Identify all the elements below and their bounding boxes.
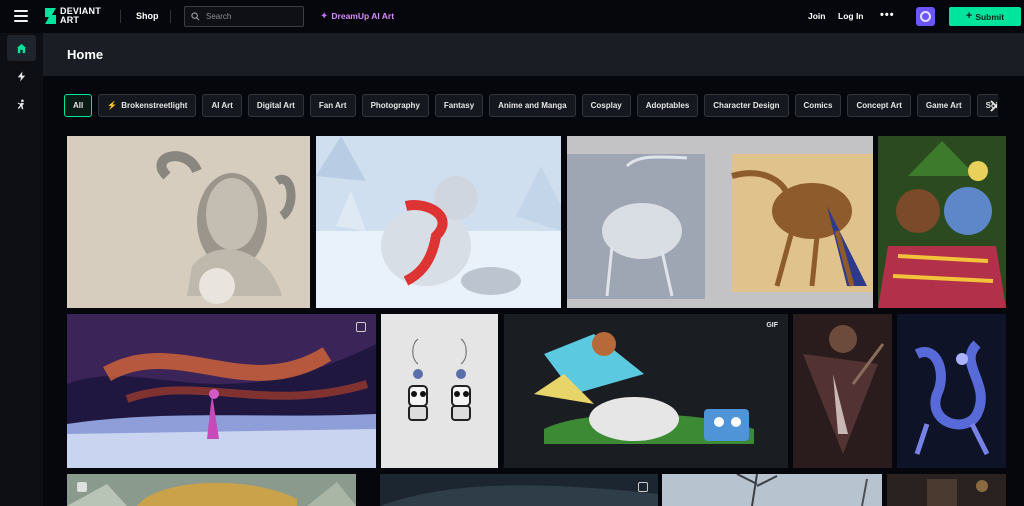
artwork-image	[887, 474, 1006, 506]
artwork-image	[504, 314, 788, 468]
gallery-thumb-dark-landscape[interactable]	[380, 474, 658, 506]
chip-comics[interactable]: Comics	[794, 94, 842, 117]
divider	[120, 10, 121, 23]
gallery-thumb-snow-leopard[interactable]	[316, 136, 561, 308]
chip-character-design[interactable]: Character Design	[704, 94, 789, 117]
chip-adoptables[interactable]: Adoptables	[636, 94, 699, 117]
submit-label: Submit	[975, 11, 1005, 22]
category-chips: All ⚡ Brokenstreetlight AI Art Digital Ar…	[64, 94, 998, 118]
deviantart-logo[interactable]: DEVIANT ART	[44, 7, 116, 25]
gallery-thumb-blue-dragon[interactable]	[897, 314, 1006, 468]
login-link[interactable]: Log In	[838, 11, 864, 21]
join-link[interactable]: Join	[808, 11, 825, 21]
gif-badge: GIF	[766, 322, 778, 329]
gallery-thumb-heron-anteater[interactable]	[567, 136, 873, 308]
gallery-thumb-masked-character[interactable]	[878, 136, 1006, 308]
core-logo-icon	[77, 482, 87, 492]
hamburger-menu-icon[interactable]	[14, 10, 28, 22]
sidebar-item-watch[interactable]	[7, 91, 36, 117]
chevron-right-icon[interactable]	[988, 99, 998, 113]
artwork-image	[793, 314, 892, 468]
gallery-thumb-pixel-battle[interactable]: GIF	[504, 314, 788, 468]
gallery-thumb-ram-horned-woman[interactable]	[67, 136, 310, 308]
plus-icon: +	[965, 10, 973, 22]
divider	[170, 10, 171, 23]
chip-brokenstreetlight[interactable]: ⚡ Brokenstreetlight	[98, 94, 197, 117]
sparkle-icon: ✦	[320, 10, 329, 22]
gallery-thumb-dim-interior[interactable]	[887, 474, 1006, 506]
chip-photography[interactable]: Photography	[361, 94, 429, 117]
chip-ai-art[interactable]: AI Art	[202, 94, 242, 117]
figure-icon	[17, 99, 25, 109]
search-icon	[191, 12, 200, 21]
deviantart-logo-icon	[45, 8, 56, 24]
sidebar-item-home[interactable]	[7, 35, 36, 61]
artwork-image	[316, 136, 561, 308]
artwork-image	[897, 314, 1006, 468]
chip-game-art[interactable]: Game Art	[916, 94, 971, 117]
shop-link[interactable]: Shop	[136, 11, 159, 21]
artwork-image	[567, 136, 873, 308]
artwork-image	[662, 474, 882, 506]
home-icon	[16, 43, 27, 53]
artwork-image	[380, 474, 658, 506]
gallery-thumb-winter-trees[interactable]	[662, 474, 882, 506]
logo-text: DEVIANT ART	[60, 6, 101, 25]
multi-image-icon	[356, 322, 366, 332]
dreamup-link[interactable]: ✦ DreamUp AI Art	[320, 11, 394, 21]
left-sidebar	[0, 33, 43, 506]
gallery-thumb-cosmic-landscape[interactable]	[67, 314, 376, 468]
search-input[interactable]	[206, 12, 296, 21]
chip-digital-art[interactable]: Digital Art	[247, 94, 304, 117]
search-box[interactable]	[184, 6, 304, 27]
chip-anime-and-manga[interactable]: Anime and Manga	[489, 94, 576, 117]
sidebar-item-activity[interactable]	[7, 63, 36, 89]
chip-cosplay[interactable]: Cosplay	[581, 94, 631, 117]
dreamup-label: DreamUp AI Art	[331, 11, 395, 21]
chip-label: Brokenstreetlight	[121, 101, 188, 110]
lightning-icon	[17, 70, 26, 82]
core-membership-icon[interactable]	[916, 7, 935, 26]
chip-concept-art[interactable]: Concept Art	[847, 94, 911, 117]
artwork-image	[67, 314, 376, 468]
gallery-thumb-dark-fantasy[interactable]	[793, 314, 892, 468]
submit-button[interactable]: + Submit	[949, 7, 1021, 26]
gallery-thumb-panda-earrings[interactable]	[381, 314, 498, 468]
lightning-icon: ⚡	[107, 101, 118, 110]
top-navigation-bar: DEVIANT ART Shop ✦ DreamUp AI Art Join L…	[0, 0, 1024, 33]
artwork-image	[67, 136, 310, 308]
gallery-thumb-golden-moon[interactable]	[67, 474, 356, 506]
artwork-image	[878, 136, 1006, 308]
page-title: Home	[67, 47, 104, 62]
chip-fan-art[interactable]: Fan Art	[309, 94, 356, 117]
artwork-image	[381, 314, 498, 468]
artwork-image	[67, 474, 356, 506]
page-header: Home	[43, 33, 1024, 76]
multi-image-icon	[638, 482, 648, 492]
more-options-icon[interactable]: •••	[880, 9, 895, 21]
chip-all[interactable]: All	[64, 94, 93, 117]
chip-fantasy[interactable]: Fantasy	[434, 94, 484, 117]
